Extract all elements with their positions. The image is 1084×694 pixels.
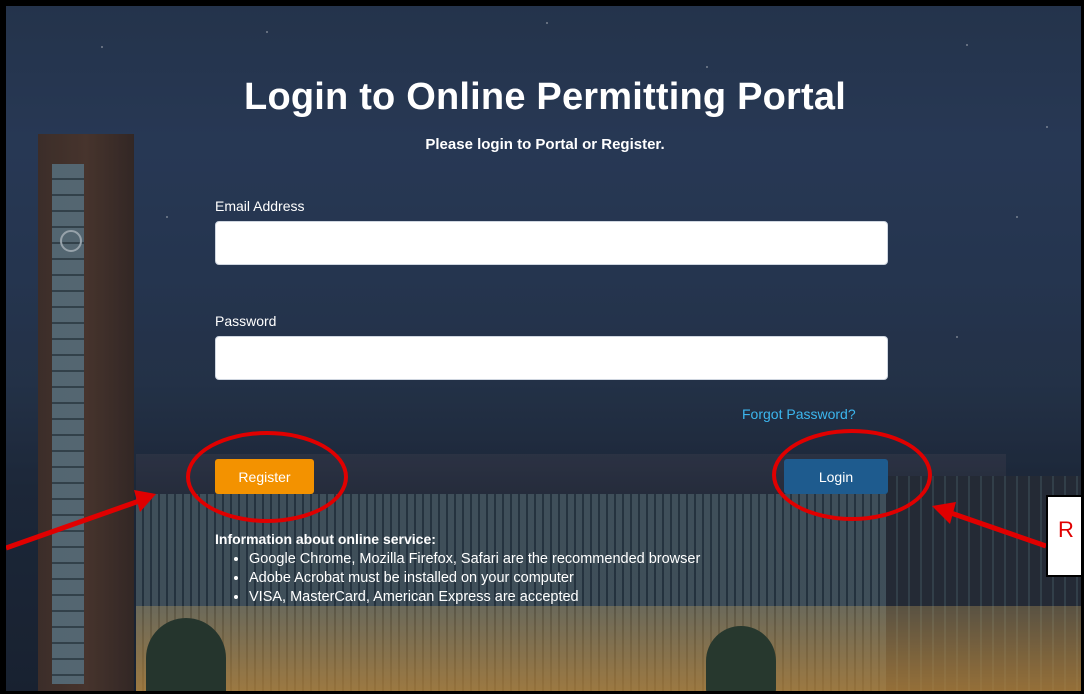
page-title: Login to Online Permitting Portal [244,76,846,118]
info-list: Google Chrome, Mozilla Firefox, Safari a… [231,550,700,607]
annotation-circle-login [772,429,932,521]
forgot-password-link[interactable]: Forgot Password? [742,406,856,422]
info-heading: Information about online service: [215,531,436,547]
annotation-arrow-right-icon [932,502,1047,549]
annotation-arrow-left-icon [6,490,156,551]
list-item: VISA, MasterCard, American Express are a… [249,588,700,607]
screenshot-frame: Login to Online Permitting Portal Please… [0,0,1084,694]
password-label: Password [215,313,277,329]
password-field[interactable] [215,336,888,380]
page-subtitle: Please login to Portal or Register. [425,136,665,153]
annotation-circle-register [186,431,348,523]
login-page: Login to Online Permitting Portal Please… [6,6,1081,691]
list-item: Google Chrome, Mozilla Firefox, Safari a… [249,550,700,569]
email-field[interactable] [215,221,888,265]
list-item: Adobe Acrobat must be installed on your … [249,569,700,588]
annotation-callout: R [1046,495,1081,577]
email-label: Email Address [215,198,305,214]
